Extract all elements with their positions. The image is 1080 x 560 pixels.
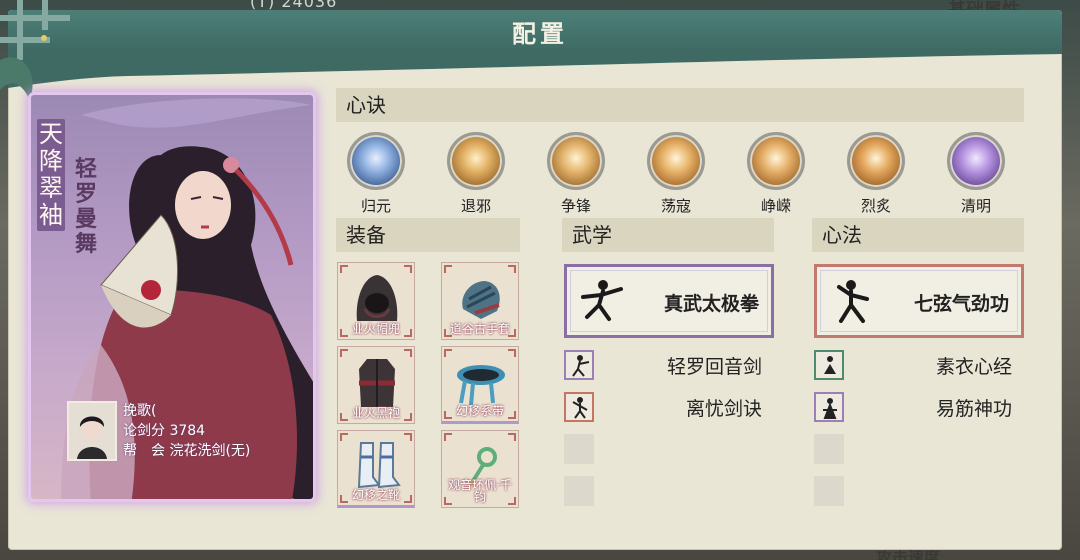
score-label: 论剑分 — [123, 423, 165, 439]
skill-slot-1[interactable]: 归元 — [346, 132, 406, 216]
skill-label: 荡寇 — [660, 197, 691, 215]
empty-method-slot-1[interactable] — [814, 434, 844, 464]
fire-icon — [847, 132, 905, 190]
character-subtitle: 轻罗曼舞 — [74, 157, 97, 257]
empty-martial-slot-2[interactable] — [564, 476, 594, 506]
meditation-icon — [347, 132, 405, 190]
skill-label: 退邪 — [460, 197, 491, 215]
sub-martial-art-1[interactable] — [564, 350, 594, 380]
sub-martial-art-2-name: 离忧剑诀 — [685, 398, 762, 420]
monk-icon — [823, 398, 837, 419]
skill-slot-2[interactable]: 退邪 — [446, 132, 506, 216]
skill-slot-3[interactable]: 争锋 — [546, 132, 606, 216]
equipment-label: 业火帽兜 — [351, 322, 400, 336]
equipment-label: 业火黑袍 — [351, 406, 400, 420]
main-method-name: 七弦气劲功 — [913, 293, 1009, 315]
window-title: 配置 — [512, 20, 568, 48]
equipment-slot-robe[interactable]: 业火黑袍 — [337, 346, 415, 424]
hood-icon — [356, 275, 398, 321]
skill-label: 清明 — [960, 197, 991, 215]
sub-method-2-name: 易筋神功 — [935, 398, 1012, 420]
swordsman-icon — [572, 355, 590, 377]
main-martial-art[interactable]: 真武太极拳 — [564, 264, 774, 338]
qigong-fighter-icon — [837, 280, 869, 323]
character-title: 天降翠袖 — [37, 119, 65, 231]
equipment-slot-hood[interactable]: 业火帽兜 — [337, 262, 415, 340]
section-header-martial: 武学 — [562, 218, 774, 252]
equipment-label: 幻移之靴 — [351, 488, 400, 502]
belt-icon — [457, 365, 505, 406]
skill-slot-6[interactable]: 烈炙 — [846, 132, 906, 216]
player-info: 挽歌( 论剑分 3784 帮 会 浣花洗剑(无) — [67, 401, 307, 471]
cyclone-icon — [647, 132, 705, 190]
sub-method-1-name: 素衣心经 — [935, 356, 1012, 378]
empty-martial-slot-1[interactable] — [564, 434, 594, 464]
avatar[interactable] — [67, 401, 117, 461]
score-value: 3784 — [169, 423, 206, 439]
player-name: 挽歌( — [123, 403, 157, 419]
skill-slot-4[interactable]: 荡寇 — [646, 132, 706, 216]
flame-burst-icon — [747, 132, 805, 190]
gate-icon — [447, 132, 505, 190]
guild-label: 帮 会 — [123, 443, 165, 459]
robe-icon — [359, 359, 395, 407]
equipment-label: 幻移系带 — [455, 404, 504, 418]
boots-icon — [357, 442, 401, 489]
sub-method-1[interactable] — [814, 350, 844, 380]
main-method[interactable]: 七弦气劲功 — [814, 264, 1024, 338]
guild-value: 浣花洗剑(无) — [169, 443, 251, 459]
skill-label: 归元 — [360, 197, 391, 215]
sub-martial-art-1-name: 轻罗回音剑 — [666, 356, 762, 378]
section-header-equipment: 装备 — [336, 218, 520, 252]
main-martial-art-name: 真武太极拳 — [663, 293, 759, 315]
character-card[interactable]: 天降翠袖 轻罗曼舞 挽歌( 论剑分 3784 帮 会 浣花洗剑(无) — [28, 92, 316, 502]
sub-martial-art-2[interactable] — [564, 392, 594, 422]
empty-method-slot-2[interactable] — [814, 476, 844, 506]
fighter-icon — [581, 280, 623, 321]
meditator-icon — [824, 356, 836, 374]
skill-label: 烈炙 — [860, 197, 891, 215]
skill-label: 争锋 — [560, 197, 591, 215]
equipment-label: 道谷古手套 — [449, 322, 510, 336]
section-header-mental: 心诀 — [336, 88, 1024, 122]
section-header-method: 心法 — [812, 218, 1024, 252]
sword-dancer-icon — [572, 397, 588, 419]
skill-slot-7[interactable]: 清明 — [946, 132, 1006, 216]
fist-icon — [547, 132, 605, 190]
skill-slot-5[interactable]: 峥嵘 — [746, 132, 806, 216]
sub-method-2[interactable] — [814, 392, 844, 422]
skill-label: 峥嵘 — [760, 197, 791, 215]
equipment-label-line2: 钧 — [473, 490, 486, 504]
equipment-slot-boots[interactable]: 幻移之靴 — [337, 430, 415, 508]
equipment-slot-belt[interactable]: 幻移系带 — [441, 346, 519, 424]
spirit-icon — [947, 132, 1005, 190]
equipment-slot-pendant[interactable]: 观音环佩·千 钧 — [441, 430, 519, 508]
equipment-slot-gloves[interactable]: 道谷古手套 — [441, 262, 519, 340]
gauntlet-icon — [462, 281, 500, 319]
